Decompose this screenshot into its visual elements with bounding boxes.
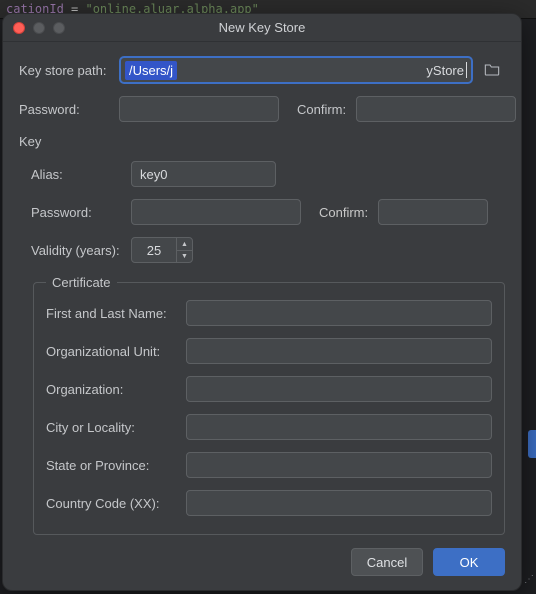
key-confirm-label: Confirm:	[319, 205, 368, 220]
certificate-fieldset: Certificate First and Last Name: Organiz…	[33, 275, 505, 535]
titlebar: New Key Store	[3, 14, 521, 42]
store-password-label: Password:	[19, 102, 119, 117]
key-store-path-row: Key store path: /Users/j yStore	[19, 56, 505, 84]
cert-cc-input[interactable]	[186, 490, 492, 516]
alias-label: Alias:	[19, 167, 131, 182]
spinner-arrows: ▲ ▼	[176, 238, 192, 262]
dialog-content: Key store path: /Users/j yStore Pa	[3, 42, 521, 536]
resize-grip: ⋰	[522, 564, 536, 594]
ok-button[interactable]: OK	[433, 548, 505, 576]
store-confirm-label: Confirm:	[297, 102, 346, 117]
cert-state-row: State or Province:	[46, 452, 492, 478]
spinner-down-button[interactable]: ▼	[177, 250, 192, 262]
cert-ou-label: Organizational Unit:	[46, 344, 186, 359]
validity-label: Validity (years):	[19, 243, 131, 258]
zoom-window-button[interactable]	[53, 22, 65, 34]
store-confirm-input[interactable]	[356, 96, 516, 122]
validity-row: Validity (years): ▲ ▼	[19, 237, 505, 263]
cert-first-last-row: First and Last Name:	[46, 300, 492, 326]
certificate-legend: Certificate	[46, 275, 117, 290]
cert-first-last-label: First and Last Name:	[46, 306, 186, 321]
window-controls	[13, 22, 65, 34]
key-password-label: Password:	[19, 205, 131, 220]
cert-ou-input[interactable]	[186, 338, 492, 364]
cert-city-input[interactable]	[186, 414, 492, 440]
store-password-row: Password: Confirm:	[19, 96, 505, 122]
cert-city-label: City or Locality:	[46, 420, 186, 435]
cert-cc-row: Country Code (XX):	[46, 490, 492, 516]
cert-state-label: State or Province:	[46, 458, 186, 473]
key-confirm-input[interactable]	[378, 199, 488, 225]
dialog-title: New Key Store	[3, 20, 521, 35]
close-window-button[interactable]	[13, 22, 25, 34]
new-key-store-dialog: New Key Store Key store path: /Users/j y…	[2, 13, 522, 591]
validity-value-input[interactable]	[132, 238, 176, 262]
cert-city-row: City or Locality:	[46, 414, 492, 440]
store-password-input[interactable]	[119, 96, 279, 122]
cert-org-label: Organization:	[46, 382, 186, 397]
alias-row: Alias:	[19, 161, 505, 187]
folder-icon	[484, 62, 500, 79]
key-store-path-input[interactable]: /Users/j yStore	[119, 56, 473, 84]
dialog-footer: Cancel OK	[3, 536, 521, 590]
cert-state-input[interactable]	[186, 452, 492, 478]
spinner-up-button[interactable]: ▲	[177, 238, 192, 250]
cert-org-row: Organization:	[46, 376, 492, 402]
cert-org-input[interactable]	[186, 376, 492, 402]
minimize-window-button[interactable]	[33, 22, 45, 34]
cert-ou-row: Organizational Unit:	[46, 338, 492, 364]
key-store-path-label: Key store path:	[19, 63, 119, 78]
text-caret	[466, 62, 467, 78]
right-scroll-highlight	[528, 430, 536, 458]
cert-cc-label: Country Code (XX):	[46, 496, 186, 511]
key-password-row: Password: Confirm:	[19, 199, 505, 225]
browse-folder-button[interactable]	[479, 57, 505, 83]
path-tail-text: yStore	[426, 63, 466, 78]
cancel-button[interactable]: Cancel	[351, 548, 423, 576]
path-selected-text: /Users/j	[125, 61, 177, 80]
key-store-path-wrap: /Users/j yStore	[119, 56, 505, 84]
key-section-label: Key	[19, 134, 505, 149]
validity-spinner[interactable]: ▲ ▼	[131, 237, 193, 263]
alias-input[interactable]	[131, 161, 276, 187]
key-password-input[interactable]	[131, 199, 301, 225]
cert-first-last-input[interactable]	[186, 300, 492, 326]
